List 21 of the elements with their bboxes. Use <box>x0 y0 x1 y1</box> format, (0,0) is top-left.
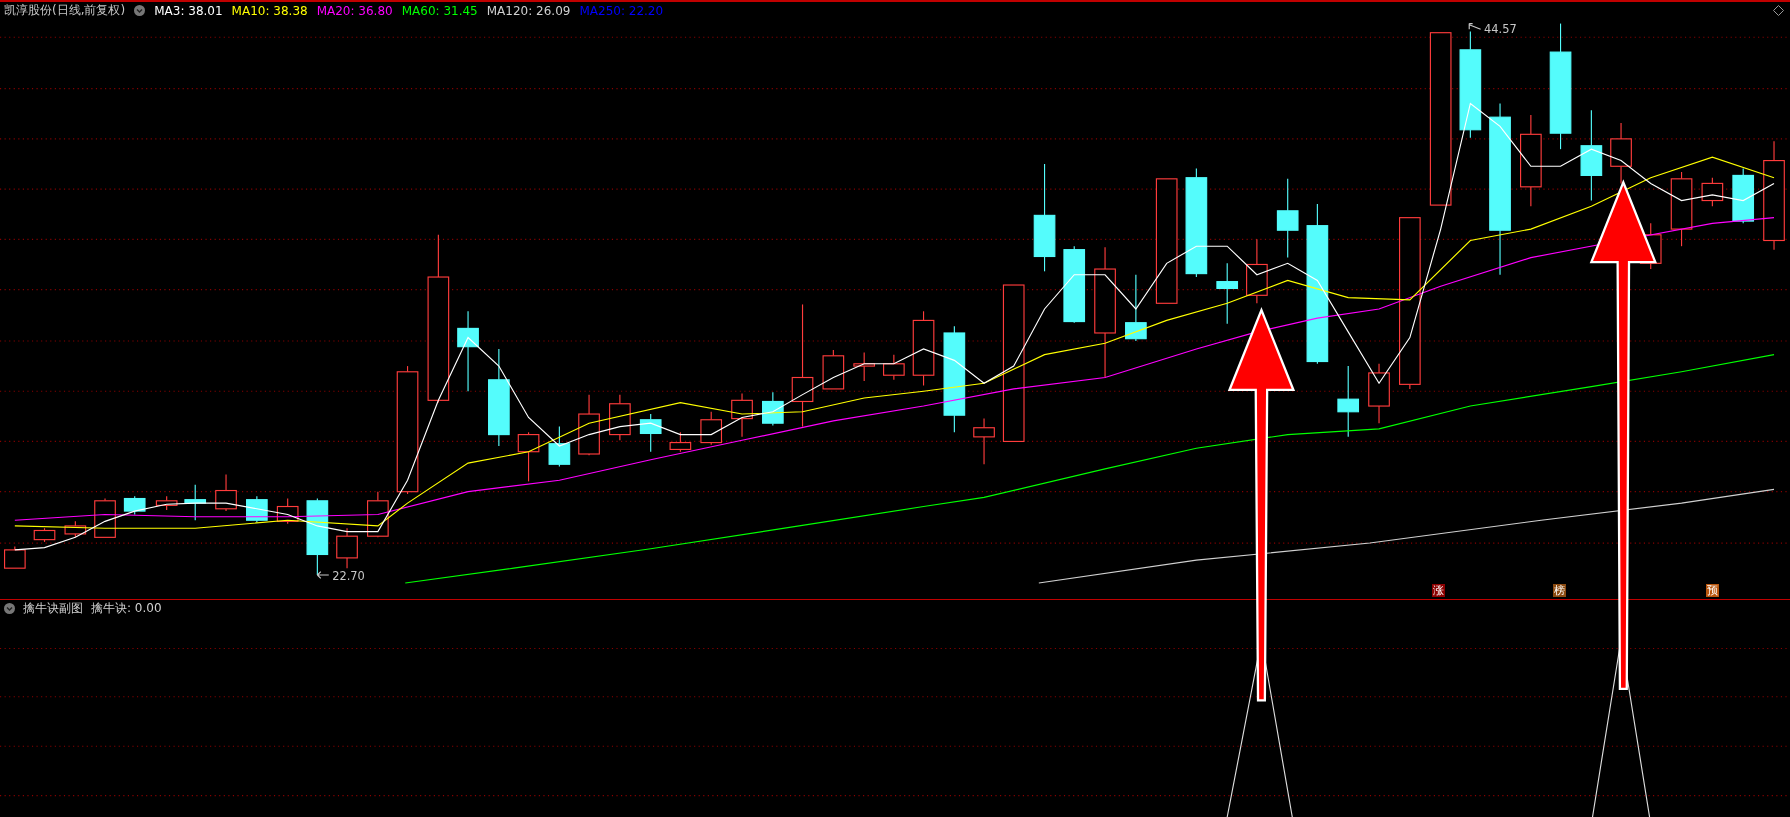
moving-average-label: MA3: 38.01 <box>154 3 223 18</box>
indicator-value: 擒牛诀: 0.00 <box>91 600 162 617</box>
dropdown-icon[interactable] <box>4 603 15 614</box>
indicator-title: 擒牛诀副图 <box>23 600 83 617</box>
diamond-icon[interactable] <box>1773 5 1784 16</box>
signal-marker: 榜 <box>1553 584 1566 597</box>
high-price-label: 44.57 <box>1484 21 1517 36</box>
moving-average-label: MA250: 22.20 <box>579 3 664 18</box>
dropdown-icon[interactable] <box>134 5 146 16</box>
arrow-icon <box>1227 307 1296 702</box>
moving-average-label: MA20: 36.80 <box>316 3 393 18</box>
signal-marker: 涨 <box>1432 584 1445 597</box>
moving-average-label: MA60: 31.45 <box>401 3 478 18</box>
low-price-label: 22.70 <box>332 568 365 583</box>
moving-average-label: MA120: 26.09 <box>486 3 571 18</box>
leader-line <box>1468 23 1482 30</box>
stock-title: 凯淳股份(日线,前复权) <box>4 2 126 19</box>
arrow-icon <box>1589 179 1657 691</box>
moving-average-label: MA10: 38.38 <box>231 3 308 18</box>
signal-marker: 预 <box>1706 584 1719 597</box>
leader-line <box>316 571 330 580</box>
